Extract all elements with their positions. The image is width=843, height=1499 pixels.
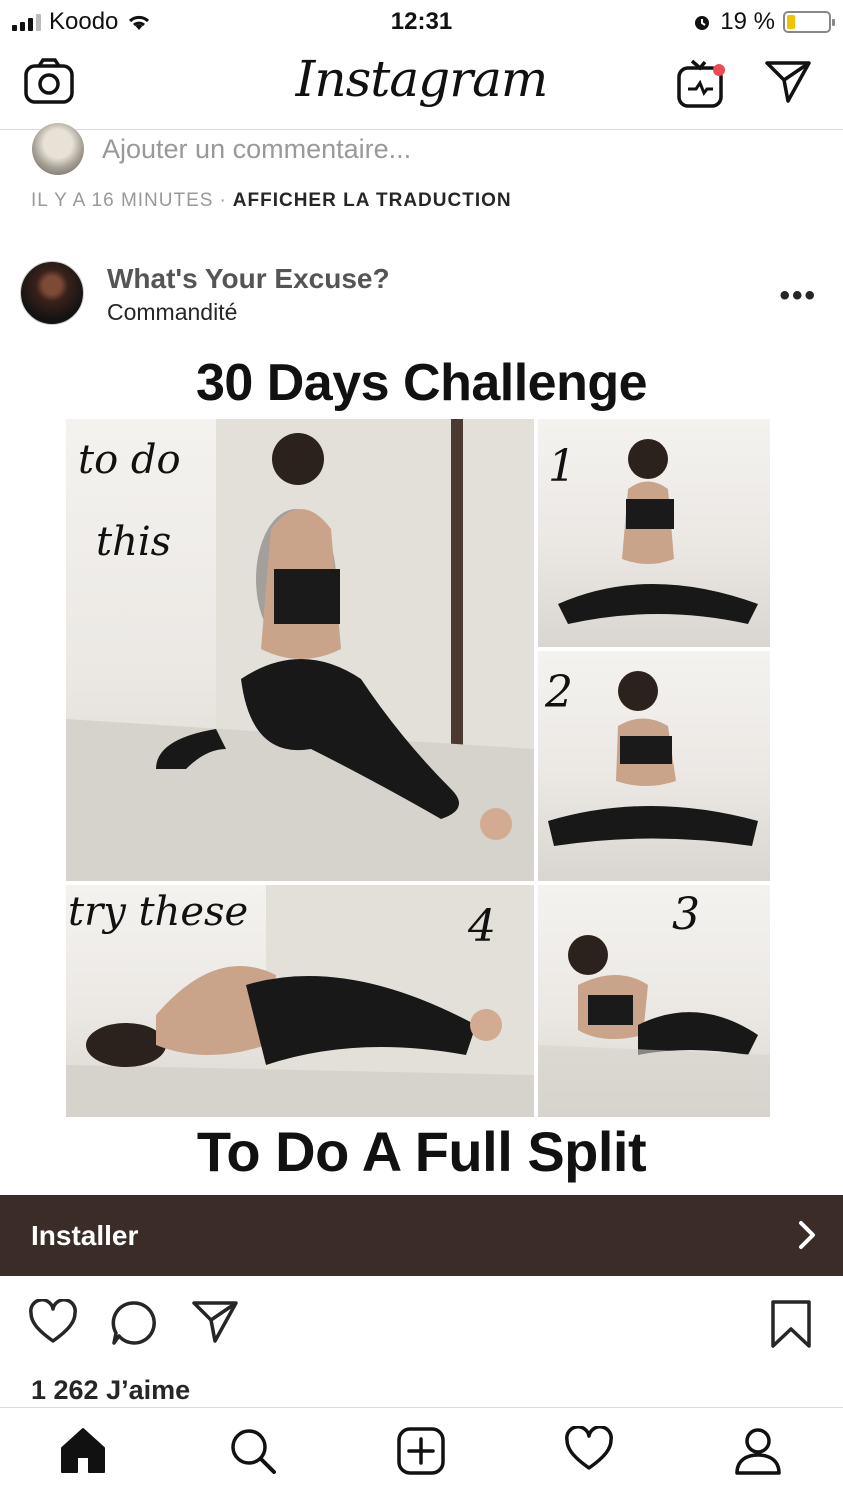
post-author-name[interactable]: What's Your Excuse? xyxy=(107,263,390,295)
photo-target-pose xyxy=(66,419,534,881)
igtv-icon[interactable] xyxy=(676,58,728,110)
top-nav: Instagram xyxy=(0,44,843,130)
likes-count[interactable]: 1 262 J’aime xyxy=(31,1375,190,1406)
own-avatar xyxy=(32,123,84,175)
step-number-1: 1 xyxy=(548,441,576,492)
like-icon[interactable] xyxy=(28,1299,78,1345)
direct-message-icon[interactable] xyxy=(764,58,812,106)
image-label-try-these: try these xyxy=(68,889,249,935)
more-options-icon[interactable]: ••• xyxy=(779,279,817,313)
status-bar: Koodo 12:31 19 % xyxy=(0,0,843,44)
activity-icon[interactable] xyxy=(564,1426,614,1472)
install-button[interactable]: Installer xyxy=(31,1220,138,1252)
post-actions xyxy=(0,1295,843,1355)
battery-percent: 19 % xyxy=(720,8,775,35)
post-meta: IL Y A 16 MINUTES · AFFICHER LA TRADUCTION xyxy=(31,190,512,212)
comment-input[interactable]: Ajouter un commentaire... xyxy=(102,134,411,165)
image-label-this: this xyxy=(96,519,172,565)
home-icon[interactable] xyxy=(58,1426,108,1476)
battery-icon xyxy=(783,11,835,33)
post-time: IL Y A 16 MINUTES xyxy=(31,190,214,211)
post-author-avatar[interactable] xyxy=(20,261,84,325)
see-translation-link[interactable]: AFFICHER LA TRADUCTION xyxy=(233,190,512,211)
photo-step-3 xyxy=(538,885,770,1117)
status-right: 19 % xyxy=(692,8,835,36)
step-number-2: 2 xyxy=(545,667,573,718)
image-label-to-do: to do xyxy=(78,437,181,483)
profile-icon[interactable] xyxy=(734,1426,782,1476)
step-number-3: 3 xyxy=(672,889,700,940)
chevron-right-icon xyxy=(799,1221,815,1249)
post-header: What's Your Excuse? Commandité ••• xyxy=(0,255,843,345)
sponsored-label: Commandité xyxy=(107,299,238,325)
comment-icon[interactable] xyxy=(110,1299,158,1347)
image-subtitle: To Do A Full Split xyxy=(196,1120,647,1183)
add-comment-row[interactable]: Ajouter un commentaire... xyxy=(32,123,411,175)
install-cta-bar[interactable]: Installer xyxy=(0,1195,843,1276)
alarm-icon xyxy=(695,16,710,30)
image-title: 30 Days Challenge xyxy=(195,354,648,412)
new-post-icon[interactable] xyxy=(396,1426,446,1476)
save-bookmark-icon[interactable] xyxy=(770,1299,812,1349)
bottom-tab-bar xyxy=(0,1407,843,1499)
post-image[interactable]: 30 Days Challenge to do this try these 1… xyxy=(0,349,843,1195)
step-number-4: 4 xyxy=(468,901,496,952)
share-icon[interactable] xyxy=(191,1299,239,1345)
meta-separator: · xyxy=(219,190,227,211)
search-icon[interactable] xyxy=(228,1426,278,1476)
